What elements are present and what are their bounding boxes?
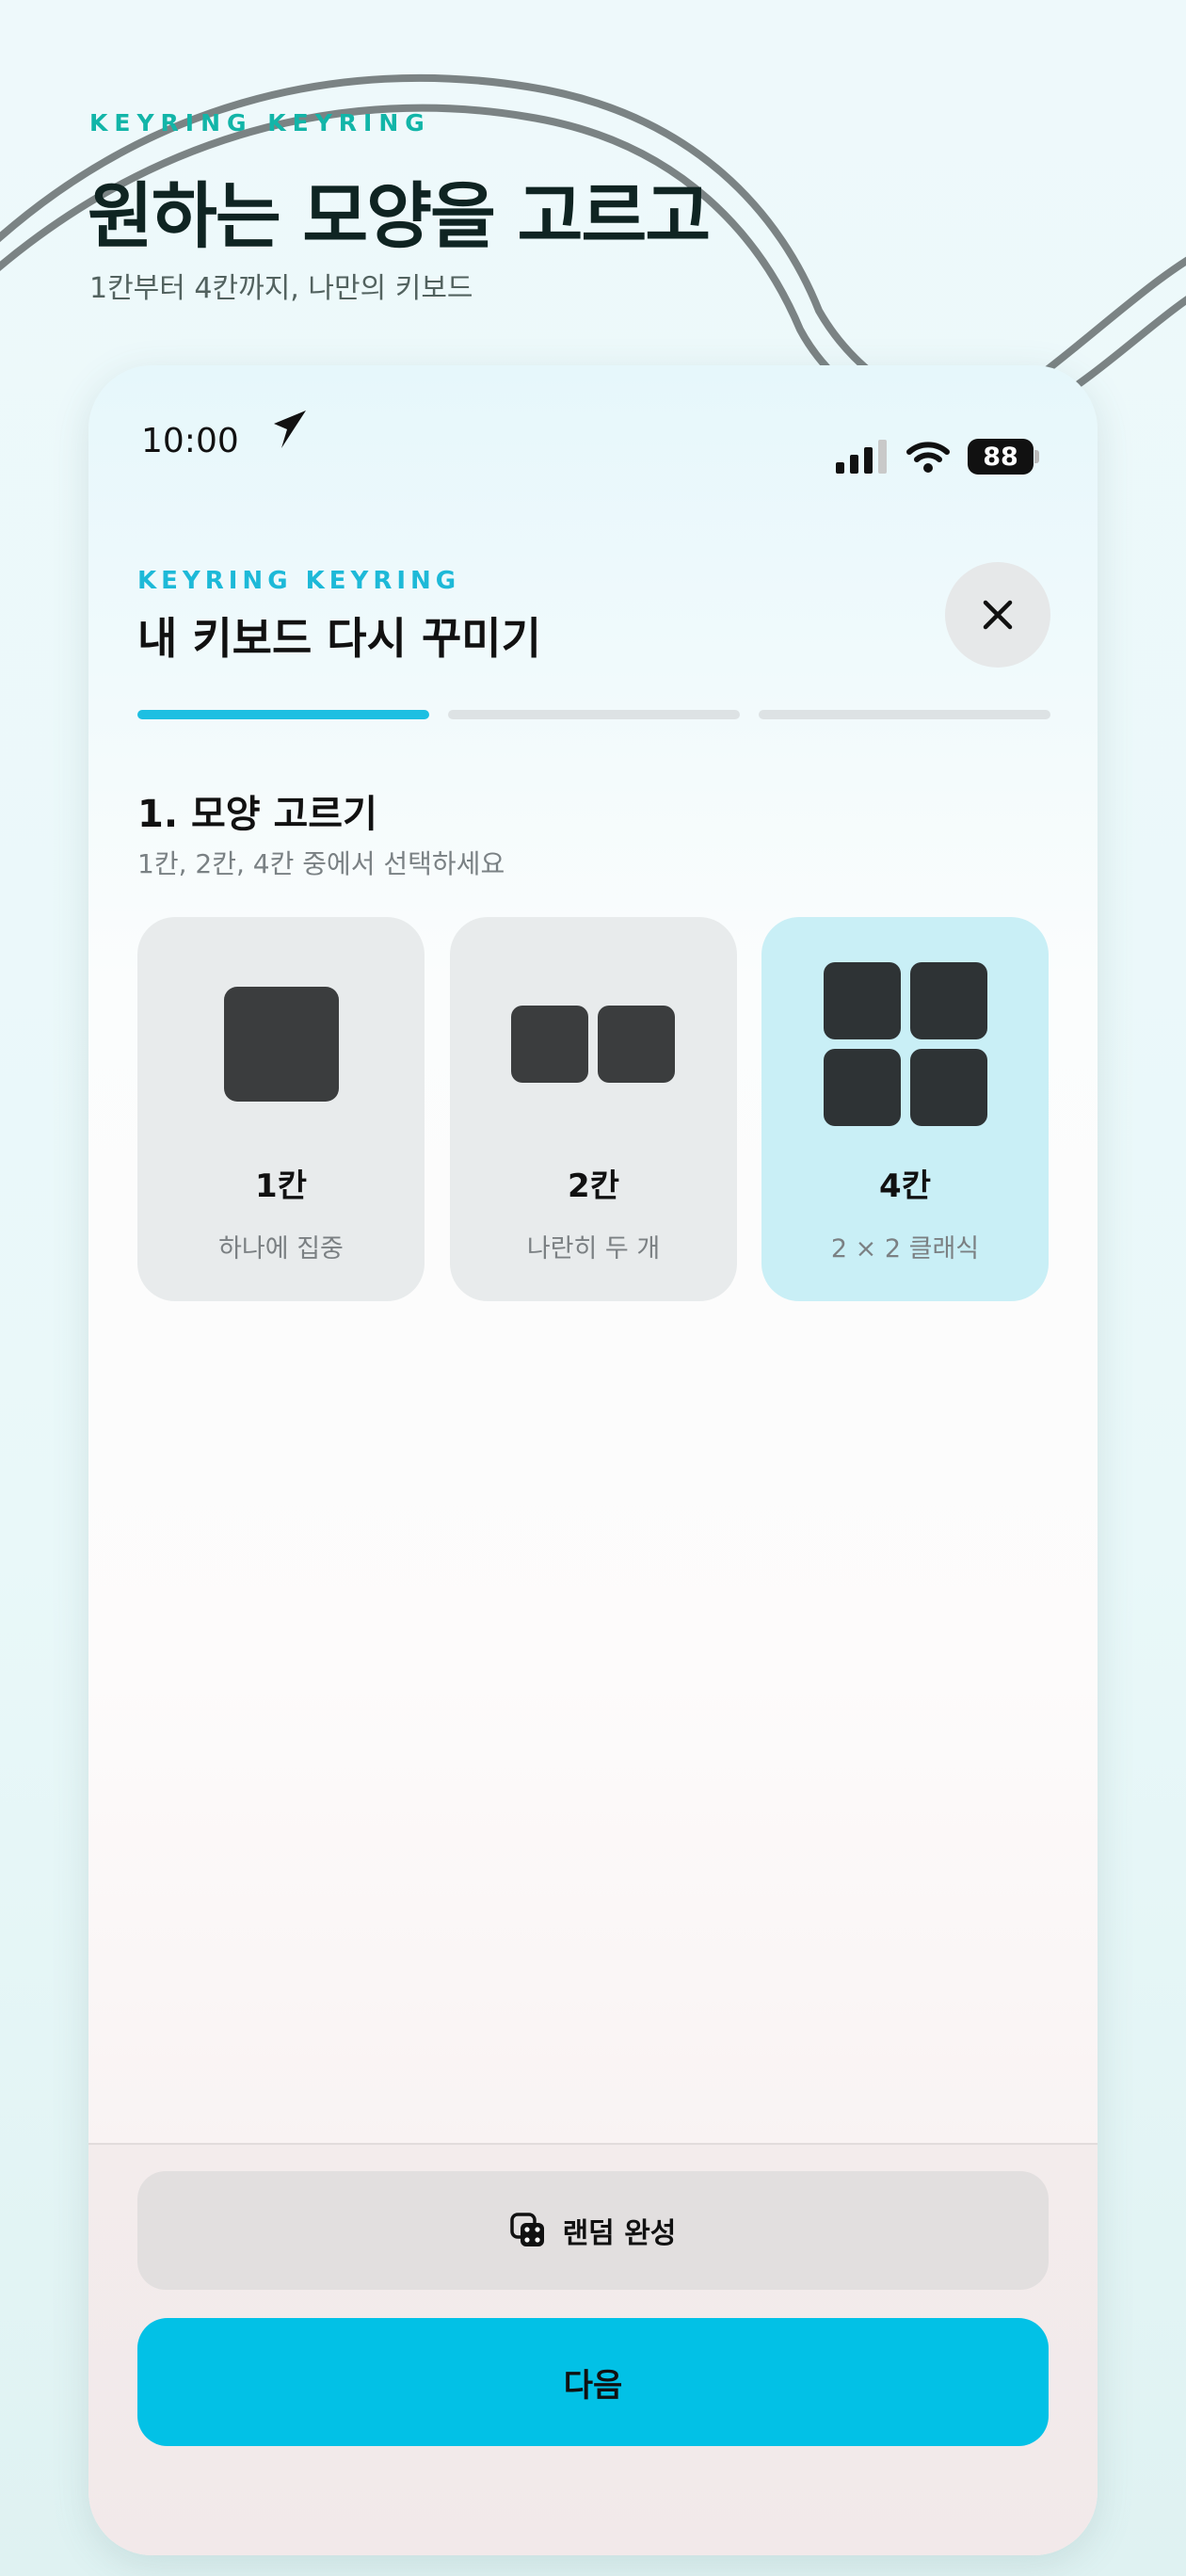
next-label: 다음 bbox=[563, 2366, 623, 2405]
step-subtitle: 1칸, 2칸, 4칸 중에서 선택하세요 bbox=[137, 848, 505, 879]
double-tile-icon-right bbox=[598, 1006, 675, 1083]
close-icon bbox=[983, 600, 1013, 630]
location-arrow-icon bbox=[274, 411, 306, 448]
random-complete-label: 랜덤 완성 bbox=[562, 2217, 677, 2250]
quad-tile-icon-3 bbox=[824, 1049, 901, 1126]
option-desc: 하나에 집중 bbox=[218, 1234, 344, 1264]
quad-tile-icon-1 bbox=[824, 962, 901, 1039]
status-time: 10:00 bbox=[141, 422, 239, 460]
quad-tile-icon-2 bbox=[910, 962, 987, 1039]
shape-option-4[interactable]: 4칸 2 × 2 클래식 bbox=[761, 917, 1049, 1301]
promo-subtitle: 1칸부터 4칸까지, 나만의 키보드 bbox=[89, 272, 473, 305]
wifi-icon bbox=[906, 442, 950, 473]
shape-option-1[interactable]: 1칸 하나에 집중 bbox=[137, 917, 425, 1301]
step-title: 1. 모양 고르기 bbox=[137, 793, 377, 836]
battery-indicator: 88 bbox=[968, 439, 1039, 475]
double-tile-icon-left bbox=[511, 1006, 588, 1083]
progress-bar bbox=[137, 710, 1050, 719]
quad-tile-icon-4 bbox=[910, 1049, 987, 1126]
shape-option-2[interactable]: 2칸 나란히 두 개 bbox=[450, 917, 737, 1301]
progress-segment-2 bbox=[448, 710, 740, 719]
option-desc: 2 × 2 클래식 bbox=[830, 1234, 980, 1264]
promo-title: 원하는 모양을 고르고 bbox=[88, 174, 711, 258]
option-label: 2칸 bbox=[568, 1167, 619, 1205]
progress-segment-3 bbox=[759, 710, 1050, 719]
promo-eyebrow: KEYRING KEYRING bbox=[89, 109, 431, 137]
status-indicators: 88 bbox=[836, 439, 1039, 475]
signal-icon bbox=[836, 440, 887, 474]
footer-actions: 랜덤 완성 다음 bbox=[88, 2143, 1098, 2555]
option-label: 1칸 bbox=[255, 1167, 307, 1205]
phone-screen: 10:00 88 KEYRING KEYRING 내 키보드 다시 꾸미기 1.… bbox=[88, 365, 1098, 2555]
battery-level: 88 bbox=[968, 439, 1034, 475]
progress-segment-1 bbox=[137, 710, 429, 719]
dice-icon bbox=[509, 2213, 544, 2246]
random-complete-button[interactable]: 랜덤 완성 bbox=[137, 2171, 1049, 2290]
next-button[interactable]: 다음 bbox=[137, 2318, 1049, 2446]
sheet-eyebrow: KEYRING KEYRING bbox=[137, 567, 461, 595]
sheet-title: 내 키보드 다시 꾸미기 bbox=[137, 613, 541, 664]
single-tile-icon bbox=[224, 987, 339, 1102]
option-desc: 나란히 두 개 bbox=[526, 1234, 661, 1264]
close-button[interactable] bbox=[945, 562, 1050, 668]
option-label: 4칸 bbox=[879, 1167, 931, 1205]
